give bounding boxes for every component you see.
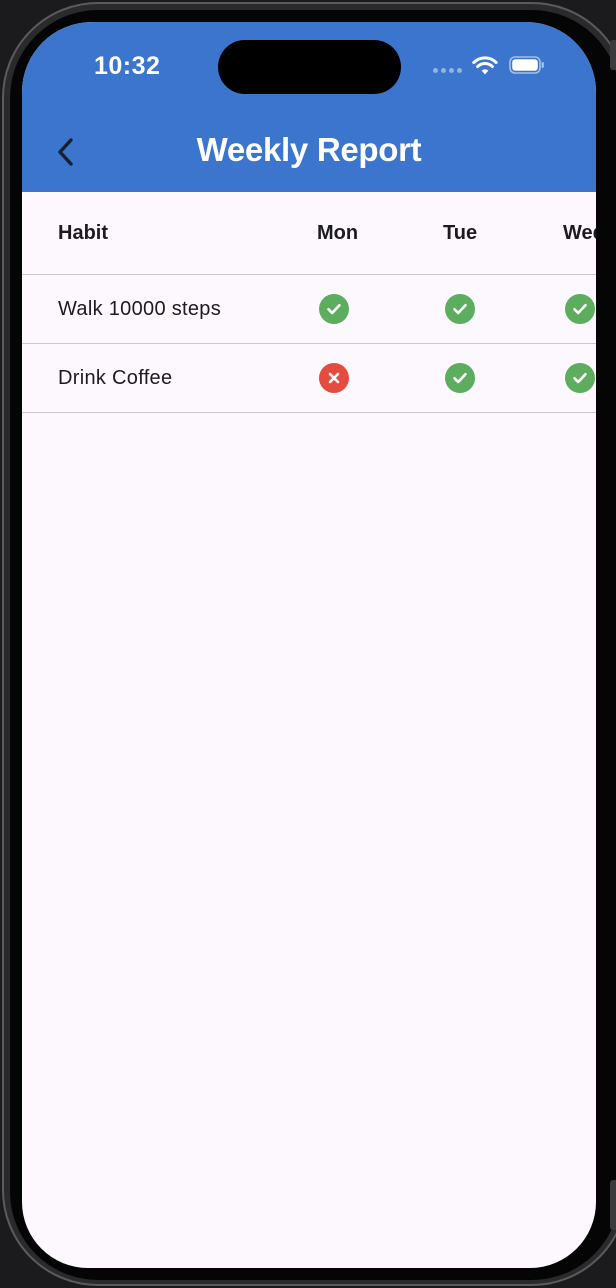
side-button	[610, 40, 616, 70]
app-bar: 10:32 Weekly Report	[22, 22, 596, 192]
wifi-icon	[472, 56, 498, 75]
check-circle-icon	[565, 363, 595, 393]
phone-device: 10:32 Weekly Report Habit Mon Tue We Wal…	[0, 0, 616, 1288]
check-circle-icon	[565, 294, 595, 324]
habit-name: Walk 10000 steps	[58, 297, 222, 320]
column-header-mon: Mon	[317, 221, 359, 244]
column-header-wed: Wed	[563, 221, 596, 244]
table-row: Drink Coffee	[22, 344, 596, 413]
check-circle-icon	[445, 363, 475, 393]
table-header-row: Habit Mon Tue Wed	[22, 192, 596, 275]
page-title: Weekly Report	[196, 131, 422, 168]
status-cell-wed	[565, 275, 595, 343]
cellular-signal-icon	[433, 68, 463, 74]
status-time: 10:32	[94, 52, 161, 80]
check-circle-icon	[445, 294, 475, 324]
side-button	[610, 1180, 616, 1230]
status-cell-wed	[565, 344, 595, 412]
column-header-habit: Habit	[58, 221, 108, 244]
dynamic-island	[218, 40, 401, 94]
column-header-tue: Tue	[443, 221, 478, 244]
habit-name: Drink Coffee	[58, 366, 173, 389]
table-row: Walk 10000 steps	[22, 275, 596, 344]
status-cell-tue	[445, 275, 475, 343]
status-cell-mon	[319, 344, 349, 412]
battery-icon	[509, 56, 544, 74]
weekly-report-table: Habit Mon Tue Wed Walk 10000 steps	[22, 192, 596, 413]
status-cell-mon	[319, 275, 349, 343]
screen: 10:32 Weekly Report Habit Mon Tue We Wal…	[22, 22, 596, 1268]
x-circle-icon	[319, 363, 349, 393]
check-circle-icon	[319, 294, 349, 324]
status-cell-tue	[445, 344, 475, 412]
